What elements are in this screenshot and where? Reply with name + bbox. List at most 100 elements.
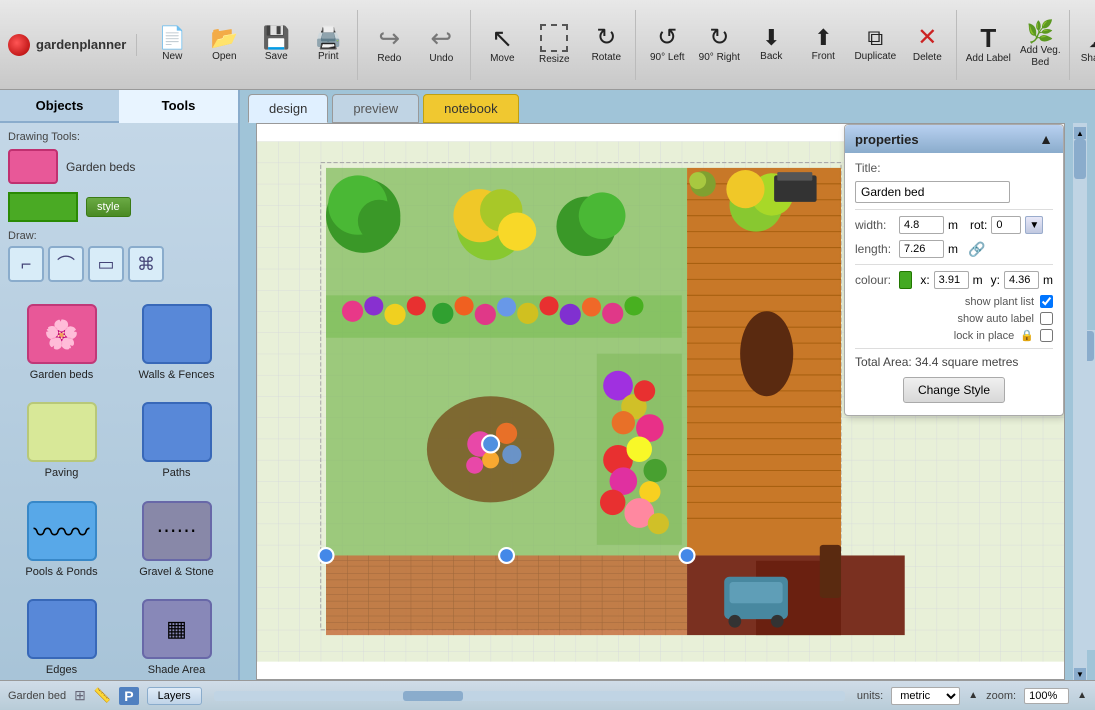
shade-area-label: Shade Area — [148, 663, 206, 677]
x-input[interactable] — [934, 271, 969, 289]
redo-button[interactable]: ↪ Redo — [364, 10, 414, 80]
canvas-area: design preview notebook — [240, 90, 1095, 680]
units-arrow-up[interactable]: ▲ — [968, 690, 978, 701]
tab-preview[interactable]: preview — [332, 94, 419, 123]
lock-in-place-row: lock in place 🔒 — [855, 329, 1053, 342]
units-select[interactable]: metric imperial — [891, 687, 960, 705]
layers-button[interactable]: Layers — [147, 687, 202, 705]
rotate-right-button[interactable]: ↻ 90° Right — [694, 10, 744, 80]
back-icon: ⬇ — [762, 27, 780, 49]
new-button[interactable]: 📄 New — [147, 10, 197, 80]
grid-item-shade-area[interactable]: ▦ Shade Area — [123, 593, 230, 680]
style-button[interactable]: style — [86, 197, 131, 217]
view-tabs: design preview notebook — [240, 90, 1095, 123]
length-unit: m — [948, 242, 958, 256]
grid-item-gravel-stone[interactable]: ⋯⋯ Gravel & Stone — [123, 495, 230, 585]
grid-item-garden-beds[interactable]: 🌸 Garden beds — [8, 298, 115, 388]
rot-arrow-btn[interactable]: ▼ — [1025, 216, 1043, 234]
grid-item-paths[interactable]: Paths — [123, 396, 230, 486]
logo-icon — [8, 34, 30, 56]
y-input[interactable] — [1004, 271, 1039, 289]
back-button[interactable]: ⬇ Back — [746, 10, 796, 80]
horizontal-scrollbar[interactable] — [214, 691, 845, 701]
app-name: gardenplanner — [36, 37, 126, 52]
draw-rect-tool[interactable]: ▭ — [88, 246, 124, 282]
shadows-icon: ☁ — [1088, 25, 1095, 51]
canvas-wrapper[interactable]: properties ▲ Title: width: — [256, 123, 1065, 680]
scroll-up-arrow[interactable]: ▲ — [1074, 127, 1086, 139]
new-icon: 📄 — [159, 27, 186, 49]
style-color-preview — [8, 192, 78, 222]
properties-body: Title: width: m rot: ▼ — [845, 153, 1063, 415]
walls-fences-icon — [142, 304, 212, 364]
scroll-down-arrow[interactable]: ▼ — [1074, 668, 1086, 680]
grid-item-paving[interactable]: Paving — [8, 396, 115, 486]
draw-freeform-tool[interactable]: ⌘ — [128, 246, 164, 282]
resize-button[interactable]: Resize — [529, 10, 579, 80]
paving-icon — [27, 402, 97, 462]
delete-button[interactable]: ✕ Delete — [902, 10, 952, 80]
tab-notebook[interactable]: notebook — [423, 94, 519, 123]
shadows-label: Shadows — [1081, 53, 1095, 65]
save-button[interactable]: 💾 Save — [251, 10, 301, 80]
show-auto-label-row: show auto label — [855, 312, 1053, 325]
zoom-input[interactable] — [1024, 688, 1069, 704]
delete-icon: ✕ — [917, 26, 937, 50]
canvas-container: properties ▲ Title: width: — [248, 123, 1087, 680]
show-plant-list-checkbox[interactable] — [1040, 295, 1053, 308]
rotate-left-label: 90° Left — [650, 52, 685, 64]
edges-icon — [27, 599, 97, 659]
shadows-button[interactable]: ☁ Shadows — [1076, 10, 1095, 80]
move-button[interactable]: ↖ Move — [477, 10, 527, 80]
canvas-scrollbar-right[interactable]: ▲ ▼ — [1073, 123, 1087, 680]
garden-beds-icon: 🌸 — [27, 304, 97, 364]
change-style-button[interactable]: Change Style — [903, 377, 1005, 403]
add-veg-button[interactable]: 🌿 Add Veg. Bed — [1015, 10, 1065, 80]
zoom-arrow-up[interactable]: ▲ — [1077, 690, 1087, 701]
paving-label: Paving — [45, 466, 79, 480]
undo-button[interactable]: ↩ Undo — [416, 10, 466, 80]
print-button[interactable]: 🖨️ Print — [303, 10, 353, 80]
print-icon: 🖨️ — [315, 27, 342, 49]
grid-item-pools-ponds[interactable]: 〰〰 Pools & Ponds — [8, 495, 115, 585]
add-label-button[interactable]: T Add Label — [963, 10, 1013, 80]
props-divider-2 — [855, 264, 1053, 265]
rotate-left-button[interactable]: ↺ 90° Left — [642, 10, 692, 80]
length-label: length: — [855, 242, 895, 256]
tab-objects[interactable]: Objects — [0, 90, 119, 123]
open-icon: 📂 — [211, 27, 238, 49]
draw-curve-tool[interactable]: ⌒ — [48, 246, 84, 282]
open-label: Open — [212, 51, 236, 63]
show-auto-label-checkbox[interactable] — [1040, 312, 1053, 325]
pools-ponds-label: Pools & Ponds — [25, 565, 97, 579]
lock-in-place-checkbox[interactable] — [1040, 329, 1053, 342]
duplicate-button[interactable]: ⧉ Duplicate — [850, 10, 900, 80]
rot-input[interactable] — [991, 216, 1021, 234]
front-button[interactable]: ⬆ Front — [798, 10, 848, 80]
length-input[interactable] — [899, 240, 944, 258]
rotate-right-icon: ↻ — [709, 26, 729, 50]
rotate-right-label: 90° Right — [699, 52, 740, 64]
open-button[interactable]: 📂 Open — [199, 10, 249, 80]
bottom-bar: Garden bed ⊞ 📏 P Layers units: metric im… — [0, 680, 1095, 710]
colour-swatch[interactable] — [899, 271, 912, 289]
properties-expand-btn[interactable]: ▲ — [1039, 131, 1053, 147]
grid-item-edges[interactable]: Edges — [8, 593, 115, 680]
grid-item-walls-fences[interactable]: Walls & Fences — [123, 298, 230, 388]
width-input[interactable] — [899, 216, 944, 234]
rotate-button[interactable]: ↻ Rotate — [581, 10, 631, 80]
walls-fences-label: Walls & Fences — [138, 368, 214, 382]
orientation-tools: ↺ 90° Left ↻ 90° Right ⬇ Back ⬆ Front ⧉ … — [638, 10, 957, 80]
rotate-icon: ↻ — [596, 26, 616, 50]
move-label: Move — [490, 53, 514, 65]
title-input[interactable] — [855, 181, 1010, 203]
zoom-label: zoom: — [986, 690, 1016, 702]
title-row: Title: — [855, 161, 1053, 175]
draw-corner-tool[interactable]: ⌐ — [8, 246, 44, 282]
length-row: length: m 🔗 — [855, 240, 1053, 258]
tab-tools[interactable]: Tools — [119, 90, 238, 123]
grid-icon: ⊞ — [74, 687, 86, 704]
main-layout: Objects Tools Drawing Tools: Garden beds… — [0, 90, 1095, 680]
tab-design[interactable]: design — [248, 94, 328, 123]
items-grid: 🌸 Garden beds Walls & Fences Pavin — [0, 290, 238, 680]
